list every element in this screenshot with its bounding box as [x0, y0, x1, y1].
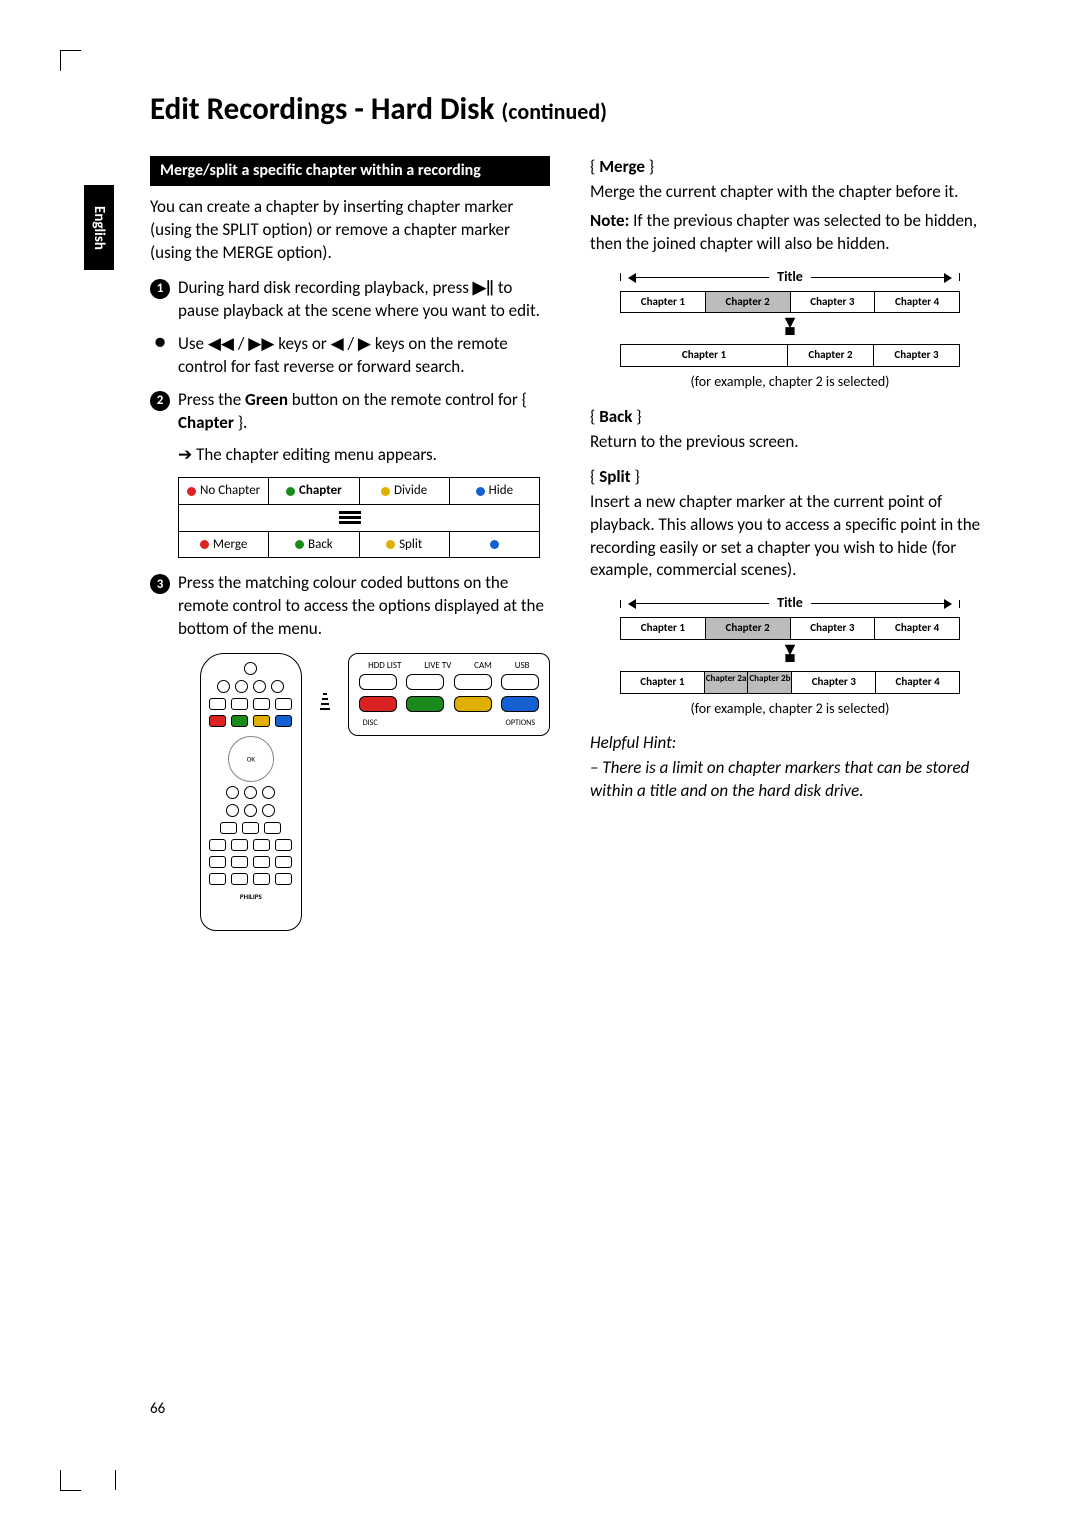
bullet-icon: ●: [150, 333, 170, 353]
fast-rewind-icon: ◀◀: [208, 333, 234, 354]
menu-icon: [339, 511, 361, 524]
red-dot-icon: [200, 540, 209, 549]
left-arrow-icon: ◀: [331, 333, 344, 354]
dpad-icon: [228, 736, 274, 782]
merge-heading: { Merge }: [590, 156, 990, 179]
yellow-dot-icon: [381, 487, 390, 496]
play-pause-icon: ▶ǁ: [473, 277, 494, 298]
split-text: Insert a new chapter marker at the curre…: [590, 491, 990, 583]
section-heading: Merge/split a specific chapter within a …: [150, 156, 550, 186]
step-1: 1 During hard disk recording playback, p…: [150, 277, 550, 323]
back-heading: { Back }: [590, 406, 990, 429]
remote-zoom-panel: HDD LIST LIVE TV CAM USB DISC OPTIONS: [348, 653, 550, 736]
split-diagram: Title Chapter 1 Chapter 2 Chapter 3 Chap…: [620, 594, 960, 693]
helpful-hint-label: Helpful Hint:: [590, 732, 990, 755]
step-2: 2 Press the Green button on the remote c…: [150, 389, 550, 435]
merge-note: Note: If the previous chapter was select…: [590, 210, 990, 256]
blue-dot-icon: [490, 540, 499, 549]
callout-lines-icon: [320, 693, 330, 710]
back-text: Return to the previous screen.: [590, 431, 990, 454]
step-number-icon: 3: [150, 574, 170, 594]
green-dot-icon: [286, 487, 295, 496]
split-heading: { Split }: [590, 466, 990, 489]
down-arrow-icon: ▼▀: [620, 317, 960, 340]
diagram-caption: (for example, chapter 2 is selected): [590, 700, 990, 719]
green-dot-icon: [295, 540, 304, 549]
language-tab: English: [84, 185, 114, 270]
merge-text: Merge the current chapter with the chapt…: [590, 181, 990, 204]
remote-figure: PHILIPS HDD LIST LIVE TV CAM USB DISC: [200, 653, 550, 931]
blue-dot-icon: [476, 487, 485, 496]
result-arrow-icon: ➔: [178, 444, 192, 465]
step-result: ➔ The chapter editing menu appears.: [178, 444, 550, 467]
red-dot-icon: [187, 487, 196, 496]
diagram-caption: (for example, chapter 2 is selected): [590, 373, 990, 392]
yellow-dot-icon: [386, 540, 395, 549]
osd-chapter-menu: No Chapter Chapter Divide Hide Merge Bac…: [178, 477, 540, 558]
left-column: Merge/split a specific chapter within a …: [150, 156, 550, 931]
bullet-search-keys: ● Use ◀◀ / ▶▶ keys or ◀ / ▶ keys on the …: [150, 333, 550, 379]
step-number-icon: 1: [150, 279, 170, 299]
page-title: Edit Recordings - Hard Disk (continued): [150, 90, 1000, 128]
crop-mark: [115, 1470, 117, 1490]
remote-control-icon: PHILIPS: [200, 653, 302, 931]
page-number: 66: [150, 1400, 165, 1418]
down-arrow-icon: ▼▀: [620, 644, 960, 667]
intro-paragraph: You can create a chapter by inserting ch…: [150, 196, 550, 265]
step-3: 3 Press the matching colour coded button…: [150, 572, 550, 641]
crop-mark: [60, 1470, 81, 1491]
merge-diagram: Title Chapter 1 Chapter 2 Chapter 3 Chap…: [620, 268, 960, 367]
step-number-icon: 2: [150, 391, 170, 411]
right-column: { Merge } Merge the current chapter with…: [590, 156, 990, 931]
crop-mark: [60, 50, 81, 71]
right-arrow-icon: ▶: [358, 333, 371, 354]
page-content: English Edit Recordings - Hard Disk (con…: [80, 90, 1000, 931]
fast-forward-icon: ▶▶: [248, 333, 274, 354]
language-label: English: [90, 206, 108, 250]
helpful-hint-text: – There is a limit on chapter markers th…: [590, 757, 990, 803]
